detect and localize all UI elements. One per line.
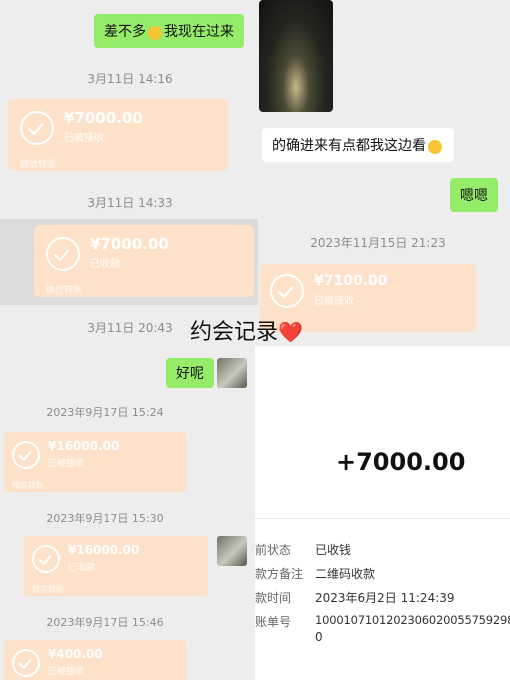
receipt-value: 二维码收款 (315, 567, 376, 581)
transfer-amount: ¥16000.00 (68, 543, 140, 557)
receipt-value: 1000107101202306020055759298 (315, 613, 510, 627)
transfer-amount: ¥16000.00 (48, 439, 120, 453)
receipt-label: 账单号 (255, 615, 292, 629)
laughing-emoji-icon (148, 26, 162, 40)
transfer-status: 已被接收 (48, 459, 85, 469)
check-circle-icon (12, 441, 40, 469)
receipt-value: 已收钱 (315, 543, 352, 557)
transfer-card[interactable]: ¥16000.00 已被接收 微信转账 (4, 432, 187, 492)
transfer-card[interactable]: ¥7000.00 已收款 微信转账 (34, 225, 254, 297)
receipt-value: 0 (315, 630, 323, 644)
timestamp: 2023年9月17日 15:24 (46, 406, 164, 419)
message-text: 我现在过来 (164, 24, 234, 40)
chat-screen-top-right: 的确进来有点都我这边看 嗯嗯 2023年11月15日 21:23 ¥7100.0… (258, 0, 510, 340)
message-text: 好呢 (176, 366, 204, 382)
check-circle-icon (20, 111, 54, 145)
transfer-amount: ¥7100.00 (314, 273, 388, 289)
avatar[interactable] (217, 536, 247, 566)
transfer-status: 已收款 (90, 259, 120, 270)
receipt-label: 款方备注 (255, 567, 304, 581)
receipt-label: 前状态 (255, 543, 292, 557)
transfer-card[interactable]: ¥16000.00 已收款 微信转账 (24, 536, 208, 596)
message-text: 的确进来有点都我这边看 (272, 138, 426, 154)
payment-receipt: +7000.00 前状态 已收钱 款方备注 二维码收款 款时间 2023年6月2… (255, 346, 510, 680)
transfer-footer: 微信转账 (12, 481, 44, 490)
timestamp: 2023年9月17日 15:30 (46, 512, 164, 525)
timestamp: 2023年11月15日 21:23 (310, 236, 446, 250)
check-circle-icon (270, 274, 304, 308)
timestamp: 3月11日 14:33 (87, 196, 173, 210)
transfer-amount: ¥7000.00 (90, 235, 169, 253)
transfer-footer: 微信转账 (32, 585, 64, 594)
timestamp: 2023年9月17日 15:46 (46, 616, 164, 629)
transfer-amount: ¥400.00 (48, 647, 103, 661)
transfer-footer: 微信转账 (46, 286, 83, 296)
chat-screen-bottom-left: 好呢 2023年9月17日 15:24 ¥16000.00 已被接收 微信转账 … (0, 346, 255, 680)
message-bubble[interactable]: 嗯嗯 (450, 178, 498, 212)
check-circle-icon (46, 237, 80, 271)
message-text: 差不多 (104, 24, 146, 40)
message-text: 嗯嗯 (460, 188, 488, 204)
heart-icon: ❤️ (278, 320, 303, 344)
message-bubble[interactable]: 的确进来有点都我这边看 (262, 128, 454, 162)
transfer-status: 已被接收 (314, 296, 354, 307)
transfer-status: 已被接收 (64, 133, 104, 144)
receipt-amount: +7000.00 (336, 448, 466, 476)
transfer-card[interactable]: ¥7000.00 已被接收 微信转账 (8, 99, 228, 171)
transfer-card[interactable]: ¥400.00 已被接收 (4, 640, 187, 680)
caption-text: 约会记录 (190, 320, 279, 345)
transfer-status: 已被接收 (48, 667, 85, 677)
transfer-amount: ¥7000.00 (64, 109, 143, 127)
check-circle-icon (32, 545, 60, 573)
message-bubble[interactable]: 好呢 (166, 358, 214, 388)
receipt-label: 款时间 (255, 591, 292, 605)
receipt-value: 2023年6月2日 11:24:39 (315, 591, 455, 605)
photo-message[interactable] (259, 0, 333, 112)
laughing-emoji-icon (428, 140, 442, 154)
transfer-status: 已收款 (68, 563, 96, 573)
chat-screen-top-left: 差不多 我现在过来 3月11日 14:16 ¥7000.00 已被接收 微信转账… (0, 0, 258, 340)
check-circle-icon (12, 649, 40, 677)
divider (255, 518, 510, 519)
message-bubble[interactable]: 差不多 我现在过来 (94, 14, 244, 48)
timestamp: 3月11日 14:16 (87, 72, 173, 86)
timestamp: 3月11日 20:43 (87, 321, 173, 335)
avatar[interactable] (217, 358, 247, 388)
collage-caption: 约会记录❤️ (190, 319, 303, 346)
transfer-footer: 微信转账 (20, 160, 57, 170)
